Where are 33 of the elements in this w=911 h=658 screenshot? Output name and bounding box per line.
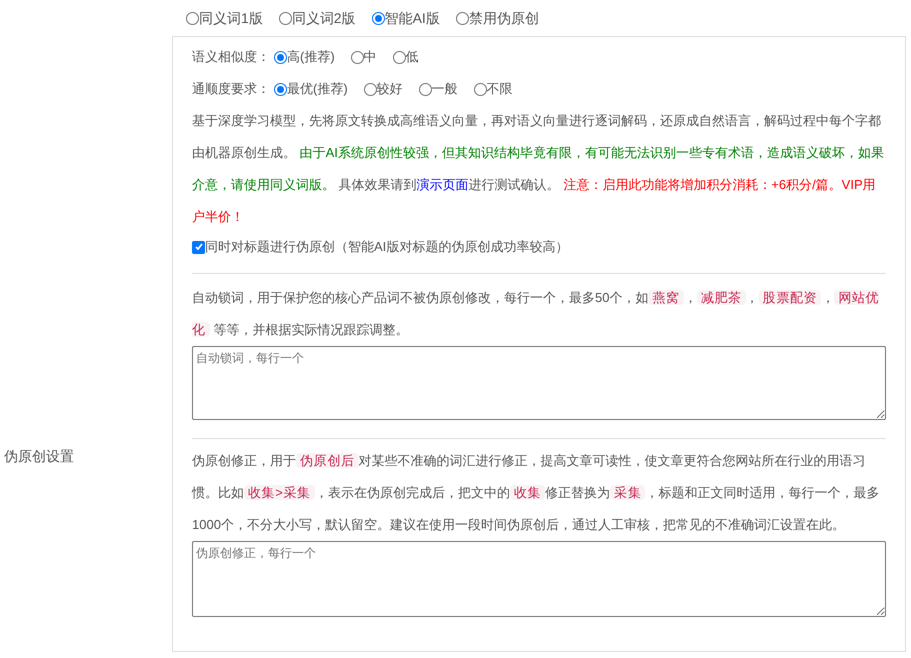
radio-icon[interactable] [474,82,487,96]
title-checkbox[interactable]: 同时对标题进行伪原创（智能AI版对标题的伪原创成功率较高） [192,233,886,261]
radio-icon[interactable] [186,12,199,24]
demo-page-link[interactable]: 演示页面 [416,177,469,192]
radio-icon[interactable] [274,82,287,96]
mode-radio[interactable]: 同义词2版 [278,8,356,28]
radio-icon[interactable] [392,50,406,64]
section-label: 伪原创设置 [3,446,75,466]
setting-label: 语义相似度： [192,48,270,66]
radio-icon[interactable] [418,82,432,96]
mode-radio[interactable]: 禁用伪原创 [456,8,539,28]
radio-option[interactable]: 较好 [364,79,403,99]
radio-option[interactable]: 最优(推荐) [274,79,348,99]
radio-icon[interactable] [278,12,292,24]
setting-label: 通顺度要求： [192,80,270,98]
description-text: 伪原创修正，用于 伪原创后 对某些不准确的词汇进行修正，提高文章可读性，使文章更符合您网站所在行业的用语习惯。比如 收集>采集 ，表示在伪原创完成后，把文中的 收集 修正替换为 采集 ，标题和正文同时适用，每行一个，最多1000个，不分大小写，默认留空。建议在使用一段时间伪原创后，通过人工审核，把常见的不准确词汇设置在此。 [192,452,880,534]
radio-option[interactable]: 一般 [418,79,458,99]
radio-icon[interactable] [372,12,385,24]
radio-option[interactable]: 低 [392,47,419,67]
radio-icon[interactable] [274,50,287,64]
radio-option[interactable]: 中 [350,47,377,67]
mode-radio[interactable]: 智能AI版 [372,8,440,28]
radio-icon[interactable] [456,12,469,24]
radio-option[interactable]: 不限 [474,79,513,99]
checkbox-icon[interactable] [192,240,205,254]
radio-icon[interactable] [364,82,377,96]
radio-option[interactable]: 高(推荐) [274,47,335,67]
radio-icon[interactable] [350,50,364,64]
description-text: 基于深度学习模型，先将原文转换成高维语义向量，再对语义向量进行逐词解码，还原成自然语言，解码过程中每个字都由机器原创生成。 由于AI系统原创性较强，但其知识结构毕竟有限，有可能无法识别一些专有术语，造成语义破坏，如果介意，请使用同义词版。 具体效果请到演示页面进行测试确认。 注意：启用此功能将增加积分消耗：+6积分/篇。VIP用户半价！ [192,112,885,226]
mode-radio[interactable]: 同义词1版 [186,8,263,28]
lock-words-field[interactable]: 自动锁词，每行一个 [192,346,886,420]
description-text: 自动锁词，用于保护您的核心产品词不被伪原创修改，每行一个，最多50个，如 燕窝 ， 减肥茶 ， 股票配资 ， 网站优化 等等，并根据实际情况跟踪调整。 [192,289,880,339]
correction-field[interactable]: 伪原创修正，每行一个 [192,540,886,616]
